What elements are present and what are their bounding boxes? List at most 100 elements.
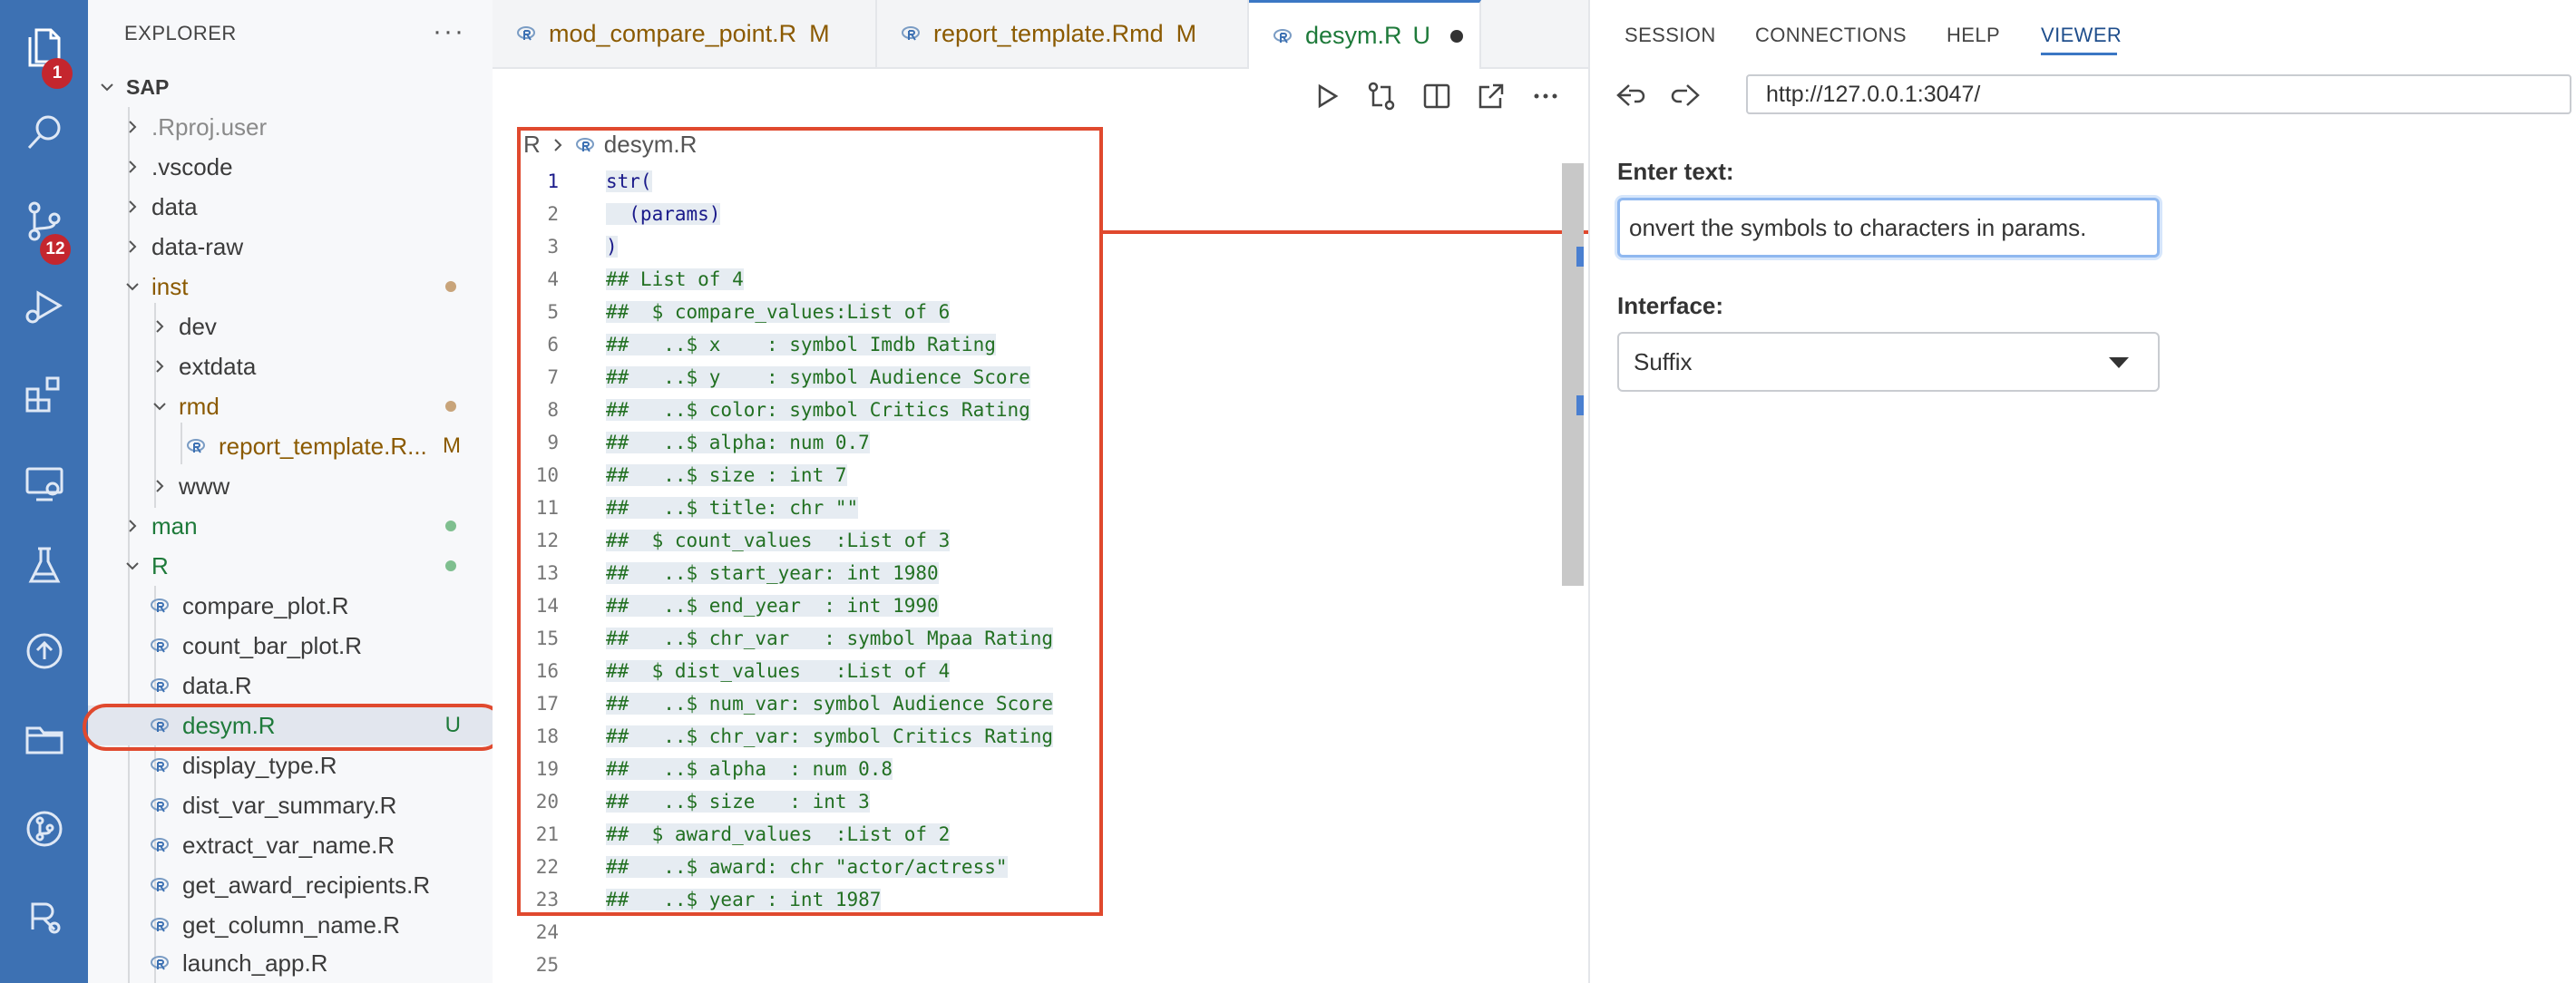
chevron-down-icon xyxy=(101,83,113,92)
tree-folder[interactable]: data-raw xyxy=(88,227,493,267)
back-icon[interactable] xyxy=(1615,82,1647,109)
caret-down-icon xyxy=(2109,357,2129,368)
line-number: 24 xyxy=(535,921,559,943)
tree-file[interactable]: get_award_recipients.R xyxy=(88,865,493,905)
unsaved-dot-icon[interactable] xyxy=(1450,29,1464,43)
chevron-right-icon xyxy=(129,520,137,532)
tab-session[interactable]: SESSION xyxy=(1625,24,1716,47)
testing-icon[interactable] xyxy=(0,528,88,604)
search-icon[interactable] xyxy=(0,94,88,170)
tree-label: rmd xyxy=(179,392,220,420)
tab-mod-compare-point[interactable]: mod_compare_point.R M xyxy=(493,0,877,67)
tab-status: U xyxy=(1412,22,1431,49)
r-file-icon xyxy=(151,838,169,852)
tree-label: data-raw xyxy=(151,232,244,260)
open-external-icon[interactable] xyxy=(1475,80,1508,112)
chevron-right-icon xyxy=(129,240,137,253)
tree-file[interactable]: launch_app.R xyxy=(88,943,493,983)
tree-label: man xyxy=(151,511,198,540)
scm-badge: 12 xyxy=(40,234,71,265)
tree-file[interactable]: report_template.R... M xyxy=(88,426,493,466)
tree-folder[interactable]: man xyxy=(88,506,493,546)
tree-file[interactable]: compare_plot.R xyxy=(88,586,493,626)
chevron-down-icon xyxy=(153,403,166,411)
tree-file[interactable]: dist_var_summary.R xyxy=(88,785,493,825)
modified-dot xyxy=(445,281,456,292)
run-icon[interactable] xyxy=(1310,80,1342,112)
tab-desym[interactable]: desym.R U xyxy=(1249,0,1481,69)
tree-file[interactable]: get_column_name.R xyxy=(88,905,493,945)
more-actions-icon[interactable]: ··· xyxy=(433,16,465,47)
chevron-right-icon xyxy=(156,480,164,492)
tree-file[interactable]: count_bar_plot.R xyxy=(88,626,493,666)
tree-file[interactable]: display_type.R xyxy=(88,745,493,785)
r-file-icon xyxy=(1273,28,1292,44)
split-editor-icon[interactable] xyxy=(1420,80,1453,112)
url-bar[interactable]: http://127.0.0.1:3047/ xyxy=(1746,74,2571,114)
tree-label: extdata xyxy=(179,352,257,380)
folders-icon[interactable] xyxy=(0,700,88,776)
tab-connections[interactable]: CONNECTIONS xyxy=(1755,24,1907,47)
r-file-icon xyxy=(151,878,169,892)
tree-label: count_bar_plot.R xyxy=(182,631,363,659)
tree-file[interactable]: extract_var_name.R xyxy=(88,825,493,865)
compare-changes-icon[interactable] xyxy=(1365,80,1398,112)
chevron-right-icon xyxy=(156,360,164,373)
tree-file[interactable]: data.R xyxy=(88,666,493,706)
tree-folder[interactable]: inst xyxy=(88,267,493,307)
chevron-right-icon xyxy=(129,121,137,133)
remote-explorer-icon[interactable] xyxy=(0,446,88,522)
tree-label: data xyxy=(151,192,198,220)
tree-label: display_type.R xyxy=(182,751,337,779)
explorer-icon[interactable]: 1 xyxy=(0,9,88,89)
untracked-dot xyxy=(445,521,456,531)
extensions-icon[interactable] xyxy=(0,357,88,433)
tree-folder[interactable]: www xyxy=(88,466,493,506)
highlight-code-box xyxy=(517,127,1103,916)
tree-folder[interactable]: .vscode xyxy=(88,147,493,187)
tree-folder[interactable]: data xyxy=(88,187,493,227)
r-icon[interactable] xyxy=(0,878,88,954)
tree-label: www xyxy=(179,472,230,500)
run-debug-icon[interactable] xyxy=(0,268,88,345)
r-file-icon xyxy=(151,599,169,613)
chevron-right-icon xyxy=(156,320,164,333)
tab-status: M xyxy=(809,19,830,47)
enter-text-input[interactable] xyxy=(1617,198,2160,258)
source-control-icon[interactable]: 12 xyxy=(0,183,88,265)
tree-folder[interactable]: extdata xyxy=(88,346,493,386)
editor-scrollbar[interactable] xyxy=(1562,163,1584,586)
overview-ruler-mark xyxy=(1576,247,1584,267)
interface-select[interactable]: Suffix xyxy=(1617,332,2160,392)
tab-report-template[interactable]: report_template.Rmd M xyxy=(877,0,1249,67)
r-file-icon xyxy=(902,26,920,41)
upload-icon[interactable] xyxy=(0,613,88,689)
active-tab-indicator xyxy=(2041,53,2117,55)
more-actions-icon[interactable] xyxy=(1529,80,1562,112)
project-name: SAP xyxy=(126,74,170,99)
chevron-down-icon xyxy=(126,283,139,291)
tab-viewer[interactable]: VIEWER xyxy=(2041,24,2122,47)
tree-label: dev xyxy=(179,312,217,340)
annotation-arrow-icon xyxy=(1103,221,1616,243)
modified-status: M xyxy=(443,433,461,458)
r-file-icon xyxy=(151,638,169,653)
tree-folder[interactable]: rmd xyxy=(88,386,493,426)
tree-folder[interactable]: dev xyxy=(88,307,493,346)
tab-status: M xyxy=(1176,19,1197,47)
git-graph-icon[interactable] xyxy=(0,791,88,867)
explorer-badge: 1 xyxy=(42,58,73,89)
r-file-icon xyxy=(151,918,169,932)
forward-icon[interactable] xyxy=(1669,82,1702,109)
tree-label: extract_var_name.R xyxy=(182,831,395,859)
tree-folder[interactable]: R xyxy=(88,546,493,586)
untracked-dot xyxy=(445,560,456,571)
line-number: 25 xyxy=(535,954,559,976)
tree-folder[interactable]: .Rproj.user xyxy=(88,107,493,147)
project-root[interactable]: SAP xyxy=(88,67,493,107)
editor-tab-bar: mod_compare_point.R M report_template.Rm… xyxy=(493,0,1588,69)
tab-help[interactable]: HELP xyxy=(1947,24,2000,47)
r-file-icon xyxy=(187,439,205,453)
r-file-icon xyxy=(517,26,535,41)
explorer-title: EXPLORER xyxy=(124,22,237,44)
